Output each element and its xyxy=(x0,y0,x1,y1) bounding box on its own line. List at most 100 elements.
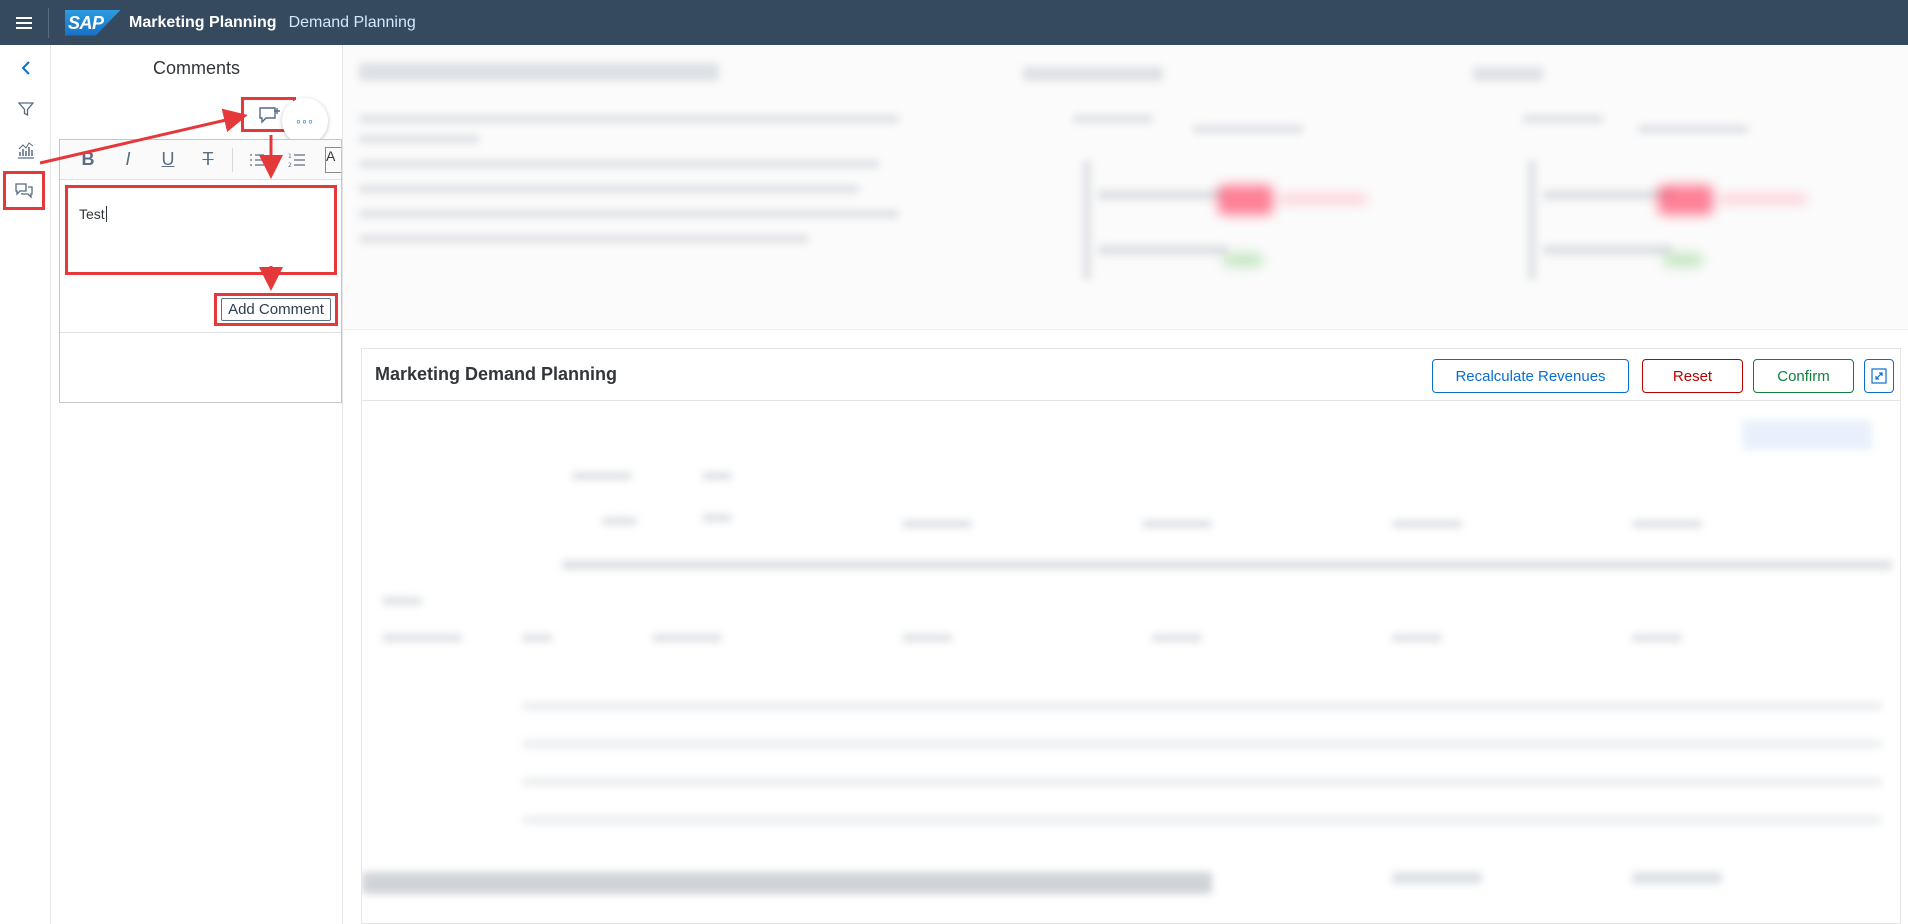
blurred-header-row xyxy=(562,560,1892,570)
blurred-bar xyxy=(1278,195,1368,203)
hamburger-menu-icon[interactable] xyxy=(0,0,48,45)
blurred-text xyxy=(359,210,899,218)
blurred-total-row xyxy=(362,872,1212,894)
blurred-row xyxy=(522,816,1882,824)
blurred-text xyxy=(902,520,972,528)
blurred-text xyxy=(522,634,552,642)
blurred-text xyxy=(1142,520,1212,528)
svg-text:1: 1 xyxy=(288,153,292,160)
blurred-text xyxy=(702,472,732,480)
comments-button[interactable] xyxy=(2,170,46,211)
filter-icon xyxy=(17,101,34,116)
blurred-bar xyxy=(1543,190,1673,200)
blurred-bar xyxy=(1663,253,1703,267)
add-comment-label: Add Comment xyxy=(221,298,331,321)
kpi-summary-area-blurred xyxy=(343,45,1908,330)
numbered-list-button[interactable]: 1 2 xyxy=(277,145,317,175)
comments-icon xyxy=(15,182,33,199)
blurred-text xyxy=(1392,872,1482,884)
blurred-text xyxy=(702,514,732,522)
blurred-text xyxy=(1632,520,1702,528)
chart-icon xyxy=(17,141,34,159)
blurred-text xyxy=(1638,125,1748,133)
strikethrough-button[interactable]: T xyxy=(188,145,228,175)
blurred-text xyxy=(1523,115,1603,123)
sap-logo[interactable]: SAP xyxy=(65,9,121,36)
underline-button[interactable]: U xyxy=(148,145,188,175)
rich-text-toolbar: B I U T 1 2 A xyxy=(60,140,341,180)
blurred-text xyxy=(359,135,479,143)
blurred-bar xyxy=(1218,185,1273,215)
comment-text-input[interactable]: Test xyxy=(65,185,337,275)
blurred-text xyxy=(359,63,719,81)
comment-text-value: Test xyxy=(79,206,105,222)
blurred-text xyxy=(359,160,879,168)
card-title: Marketing Demand Planning xyxy=(375,364,618,384)
font-color-button[interactable]: A xyxy=(325,146,341,173)
fullscreen-button[interactable] xyxy=(1864,359,1894,393)
blurred-text xyxy=(572,472,632,480)
comments-panel: Comments ◦◦◦ B I U T 1 2 A Test Add Comm… xyxy=(51,45,343,924)
more-options-button[interactable]: ◦◦◦ xyxy=(282,98,328,144)
blurred-text xyxy=(1392,520,1462,528)
blurred-text xyxy=(902,634,952,642)
filter-button[interactable] xyxy=(0,88,51,129)
blurred-text xyxy=(359,235,809,243)
comments-panel-title: Comments xyxy=(152,58,241,78)
italic-button[interactable]: I xyxy=(108,145,148,175)
blurred-text xyxy=(1632,634,1682,642)
add-comment-button[interactable]: Add Comment xyxy=(214,293,338,326)
blurred-row xyxy=(522,702,1882,710)
numbered-list-icon: 1 2 xyxy=(288,153,305,168)
blurred-bar xyxy=(1223,253,1263,267)
confirm-button[interactable]: Confirm xyxy=(1753,359,1854,393)
bulleted-list-icon xyxy=(250,153,264,166)
shell-bar: SAP Marketing Planning Demand Planning xyxy=(0,0,1908,45)
fullscreen-icon xyxy=(1871,368,1887,384)
blurred-text xyxy=(382,597,422,605)
bold-button[interactable]: B xyxy=(68,145,108,175)
app-subtitle: Demand Planning xyxy=(288,13,416,31)
blurred-axis xyxy=(1528,160,1536,280)
blurred-text xyxy=(359,185,859,193)
svg-text:2: 2 xyxy=(288,162,292,168)
blurred-bar xyxy=(1658,185,1713,215)
recalculate-revenues-button[interactable]: Recalculate Revenues xyxy=(1432,359,1629,393)
editor-footer-divider xyxy=(60,332,341,333)
bulleted-list-button[interactable] xyxy=(237,145,277,175)
blurred-bar xyxy=(1098,190,1228,200)
blurred-row xyxy=(522,740,1882,748)
blurred-bar xyxy=(1098,245,1228,255)
side-navigation xyxy=(0,45,51,924)
shell-separator xyxy=(48,7,49,38)
blurred-axis xyxy=(1083,160,1091,280)
blurred-text xyxy=(1073,115,1153,123)
blurred-control xyxy=(1742,420,1872,450)
comment-editor: B I U T 1 2 A Test Add Comment xyxy=(59,139,342,403)
planning-grid-blurred xyxy=(362,402,1900,923)
blurred-text xyxy=(1023,67,1163,81)
toolbar-divider xyxy=(232,147,233,172)
blurred-text xyxy=(1632,872,1722,884)
blurred-text xyxy=(652,634,722,642)
blurred-row xyxy=(522,778,1882,786)
collapse-panel-button[interactable] xyxy=(0,47,51,88)
blurred-text xyxy=(382,634,462,642)
blurred-text xyxy=(1473,67,1543,81)
reset-button[interactable]: Reset xyxy=(1642,359,1743,393)
blurred-text xyxy=(359,115,899,123)
blurred-text xyxy=(1193,125,1303,133)
app-title[interactable]: Marketing Planning xyxy=(129,14,277,32)
comment-add-icon xyxy=(258,106,280,124)
blurred-bar xyxy=(1718,195,1808,203)
chart-button[interactable] xyxy=(0,129,51,170)
blurred-text xyxy=(1152,634,1202,642)
main-content: Marketing Demand Planning Recalculate Re… xyxy=(343,45,1908,924)
text-cursor xyxy=(105,206,107,222)
chevron-left-icon xyxy=(21,60,30,75)
card-header: Marketing Demand Planning Recalculate Re… xyxy=(362,349,1900,401)
blurred-text xyxy=(602,517,637,525)
demand-planning-card: Marketing Demand Planning Recalculate Re… xyxy=(361,348,1901,924)
blurred-text xyxy=(1392,634,1442,642)
blurred-bar xyxy=(1543,245,1673,255)
